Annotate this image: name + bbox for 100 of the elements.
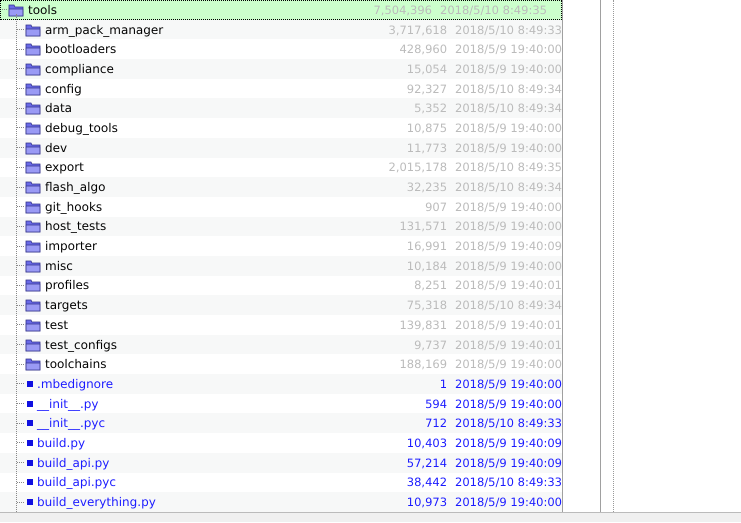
modified-date: 2018/5/9 19:40:00 <box>455 200 562 214</box>
folder-icon <box>25 357 41 372</box>
tree-row[interactable]: profiles 8,251 2018/5/9 19:40:01 <box>0 276 562 296</box>
file-size: 11,773 <box>406 140 448 155</box>
tree-row[interactable]: build_everything.py 10,973 2018/5/9 19:40:00 <box>0 492 562 512</box>
file-size: 139,831 <box>398 318 448 332</box>
modified-date: 2018/5/10 8:49:33 <box>455 22 562 37</box>
folder-name: test_configs <box>45 338 118 352</box>
file-size: 428,960 <box>398 42 448 56</box>
folder-icon <box>25 180 41 194</box>
file-size: 32,235 <box>406 180 448 194</box>
folder-name: config <box>45 82 82 96</box>
file-size: 594 <box>424 396 448 411</box>
folder-name: bootloaders <box>45 42 116 56</box>
tree-row[interactable]: __init__.pyc 712 2018/5/10 8:49:33 <box>0 413 562 434</box>
file-size: 2,015,178 <box>388 160 448 174</box>
tree-row[interactable]: test_configs 9,737 2018/5/9 19:40:01 <box>0 334 562 354</box>
tree-row[interactable]: test 139,831 2018/5/9 19:40:01 <box>0 315 562 335</box>
tree-row[interactable]: build.py 10,403 2018/5/9 19:40:09 <box>0 433 562 453</box>
tree-row[interactable]: host_tests 131,571 2018/5/9 19:40:00 <box>0 216 562 236</box>
folder-name: debug_tools <box>45 120 118 135</box>
folder-name: test <box>45 318 68 332</box>
tree-row[interactable]: build_api.pyc 38,442 2018/5/10 8:49:33 <box>0 472 562 492</box>
file-icon <box>27 420 33 426</box>
modified-date: 2018/5/9 19:40:00 <box>455 42 562 56</box>
file-size: 92,327 <box>406 82 448 96</box>
folder-icon <box>25 101 41 116</box>
modified-date: 2018/5/9 19:40:00 <box>455 357 562 372</box>
file-size: 907 <box>424 200 448 214</box>
tree-row[interactable]: data 5,352 2018/5/10 8:49:34 <box>0 98 562 118</box>
file-icon <box>27 460 33 466</box>
file-size: 5,352 <box>413 101 448 116</box>
tree-row[interactable]: config 92,327 2018/5/10 8:49:34 <box>0 78 562 98</box>
file-size: 712 <box>424 416 448 430</box>
folder-name: data <box>45 101 72 116</box>
folder-icon <box>25 62 41 76</box>
tree-row[interactable]: importer 16,991 2018/5/9 19:40:09 <box>0 236 562 256</box>
modified-date: 2018/5/9 19:40:01 <box>455 338 562 352</box>
file-size: 10,403 <box>406 436 448 450</box>
file-size: 38,442 <box>406 475 448 490</box>
file-name: build_everything.py <box>37 495 156 510</box>
modified-date: 2018/5/10 8:49:35 <box>455 160 562 174</box>
modified-date: 2018/5/10 8:49:33 <box>455 416 562 430</box>
horizontal-scrollbar[interactable] <box>0 512 741 522</box>
tree-row[interactable]: targets 75,318 2018/5/10 8:49:34 <box>0 295 562 315</box>
tree-row[interactable]: build_api.py 57,214 2018/5/9 19:40:09 <box>0 452 562 472</box>
folder-icon <box>25 278 41 292</box>
folder-name: misc <box>45 258 73 273</box>
folder-name: git_hooks <box>45 200 102 214</box>
tree-row[interactable]: compliance 15,054 2018/5/9 19:40:00 <box>0 59 562 79</box>
file-name: __init__.pyc <box>37 416 106 430</box>
file-name: build.py <box>37 436 86 450</box>
file-icon <box>27 400 33 407</box>
tree-row[interactable]: toolchains 188,169 2018/5/9 19:40:00 <box>0 354 562 374</box>
tree-row[interactable]: .mbedignore 1 2018/5/9 19:40:00 <box>0 374 562 394</box>
tree-row[interactable]: export 2,015,178 2018/5/10 8:49:35 <box>0 158 562 178</box>
file-icon <box>27 380 33 387</box>
folder-name: compliance <box>45 62 114 76</box>
modified-date: 2018/5/9 19:40:01 <box>455 278 562 292</box>
tree-row[interactable]: flash_algo 32,235 2018/5/10 8:49:34 <box>0 177 562 197</box>
file-icon <box>27 440 33 446</box>
folder-name: profiles <box>45 278 90 292</box>
tree-row[interactable]: dev 11,773 2018/5/9 19:40:00 <box>0 138 562 158</box>
tree-row[interactable]: arm_pack_manager 3,717,618 2018/5/10 8:49:33 <box>0 20 562 40</box>
file-size: 75,318 <box>406 298 448 312</box>
folder-icon <box>25 160 41 174</box>
tree-row[interactable]: misc 10,184 2018/5/9 19:40:00 <box>0 256 562 276</box>
folder-name: export <box>45 160 84 174</box>
folder-name: arm_pack_manager <box>45 22 164 37</box>
modified-date: 2018/5/10 8:49:34 <box>455 101 562 116</box>
tree-row[interactable]: git_hooks 907 2018/5/9 19:40:00 <box>0 196 562 217</box>
file-size: 15,054 <box>406 62 448 76</box>
tree-row[interactable]: bootloaders 428,960 2018/5/9 19:40:00 <box>0 39 562 60</box>
folder-icon <box>25 42 41 56</box>
folder-name: importer <box>45 239 97 254</box>
file-size: 131,571 <box>398 219 448 234</box>
folder-icon <box>25 338 41 352</box>
folder-icon <box>8 2 24 17</box>
file-size: 8,251 <box>413 278 448 292</box>
tree-row[interactable]: tools 7,504,396 2018/5/10 8:49:35 <box>0 0 562 20</box>
modified-date: 2018/5/9 19:40:00 <box>455 376 562 391</box>
file-size: 188,169 <box>398 357 448 372</box>
modified-date: 2018/5/9 19:40:09 <box>455 239 562 254</box>
tree-row[interactable]: debug_tools 10,875 2018/5/9 19:40:00 <box>0 118 562 138</box>
modified-date: 2018/5/9 19:40:00 <box>455 62 562 76</box>
modified-date: 2018/5/10 8:49:34 <box>455 82 562 96</box>
folder-name: toolchains <box>45 357 106 372</box>
modified-date: 2018/5/10 8:49:33 <box>455 475 562 490</box>
modified-date: 2018/5/9 19:40:09 <box>455 456 562 470</box>
folder-name: host_tests <box>45 219 106 234</box>
file-icon <box>27 479 33 486</box>
modified-date: 2018/5/9 19:40:09 <box>455 436 562 450</box>
file-name: build_api.py <box>37 456 110 470</box>
folder-icon <box>25 140 41 155</box>
modified-date: 2018/5/9 19:40:00 <box>455 219 562 234</box>
folder-icon <box>25 219 41 234</box>
tree-row[interactable]: __init__.py 594 2018/5/9 19:40:00 <box>0 394 562 414</box>
folder-icon <box>25 22 41 37</box>
file-name: .mbedignore <box>37 376 114 391</box>
file-size: 10,184 <box>406 258 448 273</box>
